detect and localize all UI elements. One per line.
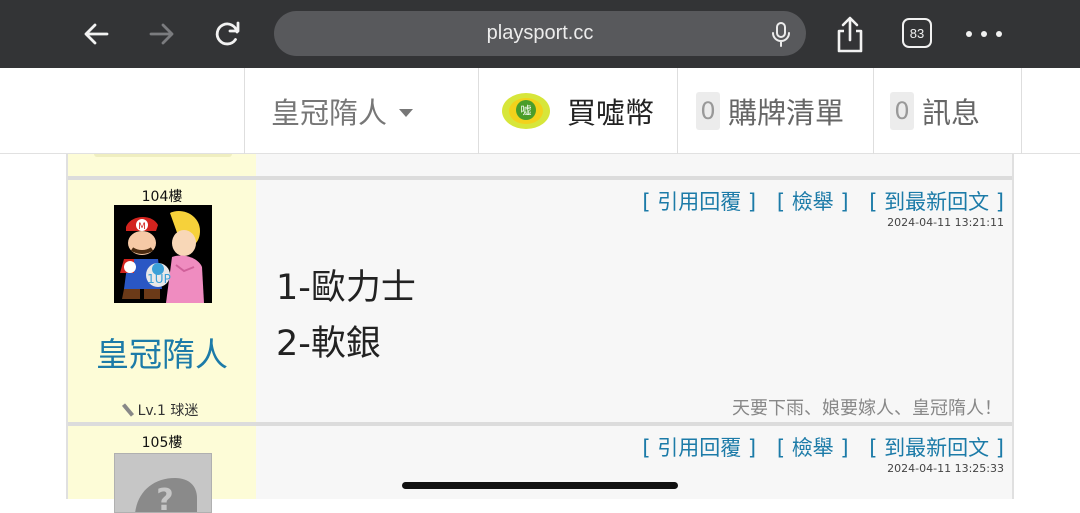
tab-count-button[interactable]: 83 xyxy=(902,18,932,48)
post-104: 104樓 M 1UP 皇冠隋人 Lv.1 球迷 [引用回覆] [檢舉] … xyxy=(68,176,1012,422)
purchase-list-label: 購牌清單 xyxy=(728,96,845,130)
thread-content: 104樓 M 1UP 皇冠隋人 Lv.1 球迷 [引用回覆] [檢舉] … xyxy=(66,154,1014,513)
reload-button[interactable] xyxy=(208,14,248,54)
latest-reply-link[interactable]: 到最新回文 xyxy=(884,436,989,460)
latest-reply-link[interactable]: 到最新回文 xyxy=(884,190,989,214)
more-menu-icon[interactable] xyxy=(966,22,1002,46)
quote-reply-link[interactable]: 引用回覆 xyxy=(657,190,741,214)
post-actions: [ 引用回覆 ] [ 檢舉 ] [ 到最新回文 ] xyxy=(642,190,1004,214)
forward-arrow-icon xyxy=(149,23,174,45)
home-indicator[interactable] xyxy=(402,482,678,489)
report-link[interactable]: 檢舉 xyxy=(792,190,834,214)
buy-coin-label: 買噓幣 xyxy=(567,96,655,130)
user-level-text: Lv.1 球迷 xyxy=(137,403,199,419)
quote-reply-link[interactable]: 引用回覆 xyxy=(657,436,741,460)
svg-text:?: ? xyxy=(156,483,173,513)
address-bar[interactable]: playsport.cc xyxy=(274,11,806,56)
messages-button[interactable]: 0 訊息 xyxy=(874,68,1022,154)
forward-button[interactable] xyxy=(142,14,182,54)
reload-icon xyxy=(215,21,240,46)
user-menu[interactable]: 皇冠隋人 xyxy=(244,68,479,154)
avatar-badge-text: 1UP xyxy=(147,272,171,286)
post-content-line: 2-軟銀 xyxy=(276,324,381,364)
mario-peach-avatar-icon: M 1UP xyxy=(114,205,212,303)
purchase-list-count: 0 xyxy=(696,92,720,130)
site-header: 皇冠隋人 噓 買噓幣 0 購牌清單 0 訊息 xyxy=(0,68,1080,154)
buy-coin-button[interactable]: 噓 買噓幣 xyxy=(479,68,678,154)
header-username: 皇冠隋人 xyxy=(271,96,388,130)
post-body: [ 引用回覆 ] [ 檢舉 ] [ 到最新回文 ] 2024-04-11 13:… xyxy=(256,180,1012,422)
back-arrow-icon xyxy=(84,23,109,45)
post-actions: [ 引用回覆 ] [ 檢舉 ] [ 到最新回文 ] xyxy=(642,436,1004,460)
post-author-panel: 104樓 M 1UP 皇冠隋人 Lv.1 球迷 xyxy=(68,180,256,422)
user-avatar[interactable]: M 1UP xyxy=(114,205,212,303)
pencil-icon xyxy=(121,403,134,417)
back-button[interactable] xyxy=(76,14,116,54)
user-level: Lv.1 球迷 xyxy=(68,400,256,420)
post-content-line: 1-歐力士 xyxy=(276,268,416,308)
default-avatar[interactable]: ? xyxy=(114,453,212,513)
post-username[interactable]: 皇冠隋人 xyxy=(68,328,256,376)
caret-down-icon xyxy=(399,109,414,117)
report-link[interactable]: 檢舉 xyxy=(792,436,834,460)
purchase-list-button[interactable]: 0 購牌清單 xyxy=(678,68,874,154)
post-timestamp: 2024-04-11 13:21:11 xyxy=(887,216,1004,229)
post-content: 1-歐力士 2-軟銀 xyxy=(276,260,416,372)
floor-number: 104樓 xyxy=(141,189,183,205)
share-icon[interactable] xyxy=(832,14,868,54)
svg-text:M: M xyxy=(138,222,146,232)
post-timestamp: 2024-04-11 13:25:33 xyxy=(887,462,1004,475)
microphone-icon[interactable] xyxy=(770,21,792,47)
coin-icon-text: 噓 xyxy=(521,104,532,117)
previous-post-bottom xyxy=(68,154,1012,176)
url-text: playsport.cc xyxy=(486,22,594,44)
messages-count: 0 xyxy=(890,92,914,130)
default-avatar-icon: ? xyxy=(135,478,197,513)
coin-icon: 噓 xyxy=(502,93,550,129)
messages-label: 訊息 xyxy=(922,96,981,130)
floor-number: 105樓 xyxy=(141,435,183,451)
post-signature: 天要下雨、娘要嫁人、皇冠隋人！ xyxy=(732,398,1002,419)
post-author-panel: 105樓 ? xyxy=(68,426,256,513)
browser-toolbar: playsport.cc 83 xyxy=(0,0,1080,68)
